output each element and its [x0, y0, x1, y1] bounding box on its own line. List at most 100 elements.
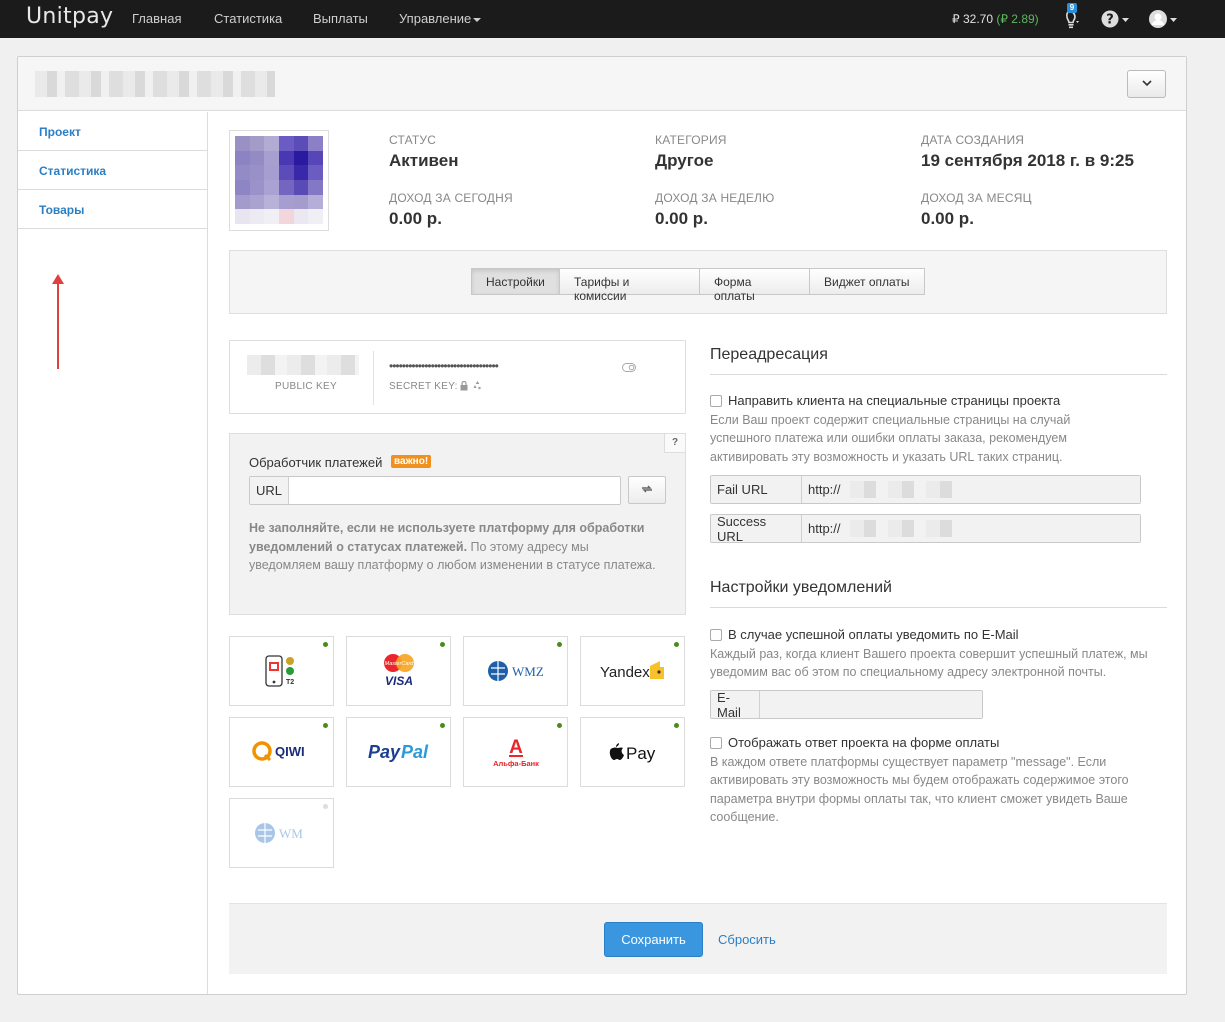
svg-text:VISA: VISA [384, 674, 412, 688]
status-dot [323, 642, 328, 647]
logo-pixel [235, 209, 250, 224]
project-title-redacted [35, 71, 275, 97]
logo-pixel [249, 136, 265, 151]
payment-method-yandex[interactable]: Yandex [580, 636, 685, 706]
stat-status-label: Статус [389, 133, 437, 147]
payment-method-paypal[interactable]: Pay Pal [346, 717, 451, 787]
logo[interactable]: Unitpay [26, 4, 113, 29]
qiwi-icon: QIWI [251, 741, 304, 762]
sidebar-item-project[interactable]: Проект [18, 112, 208, 151]
redirect-checkbox[interactable] [710, 394, 722, 407]
user-menu-button[interactable] [1149, 9, 1179, 32]
success-url-group: Success URL http:// [710, 514, 1141, 544]
nav-statistics[interactable]: Статистика [214, 11, 282, 26]
top-navbar: Unitpay Главная Статистика Выплаты Управ… [0, 0, 1225, 38]
status-dot [323, 723, 328, 728]
webmoney-wmz-icon: WMZ [487, 661, 543, 681]
logo-pixel [279, 180, 294, 195]
tab-tariffs[interactable]: Тарифы и комиссии [559, 268, 700, 303]
status-dot [323, 804, 328, 809]
regenerate-icon[interactable] [472, 380, 483, 391]
keys-box: PUBLIC KEY •••••••••••••••••••••••••••••… [229, 340, 686, 414]
logo-pixel [293, 194, 309, 210]
nav-home[interactable]: Главная [132, 11, 181, 26]
logo-pixel [264, 165, 279, 180]
stat-income-today-value: 0.00 р. [389, 209, 442, 228]
svg-text:Альфа-Банк: Альфа-Банк [493, 759, 539, 768]
payment-method-mobile[interactable]: T2 [229, 636, 334, 706]
redirect-checkbox-label: Направить клиента на специальные страниц… [728, 393, 1061, 408]
stat-category-value: Другое [655, 151, 714, 170]
refresh-icon [642, 485, 652, 493]
stat-income-month-value: 0.00 р. [921, 209, 974, 228]
nav-management[interactable]: Управление [399, 11, 482, 26]
alfabank-icon: А Альфа-Банк [493, 737, 539, 768]
fail-url-value: http:// [808, 482, 841, 497]
handler-note: Не заполняйте, если не используете платф… [249, 519, 659, 575]
help-button[interactable]: ? [1101, 9, 1131, 32]
tabs-container: Настройки Тарифы и комиссии Форма оплаты… [229, 250, 1167, 314]
response-help: В каждом ответе платформы существует пар… [710, 755, 1129, 824]
mastercard-visa-icon: MasterCard VISA [383, 654, 414, 688]
logo-pixel [235, 194, 250, 210]
email-notify-checkbox[interactable] [710, 628, 722, 641]
reset-link[interactable]: Сбросить [718, 932, 776, 947]
redirect-checkbox-row[interactable]: Направить клиента на специальные страниц… [710, 393, 1060, 408]
status-dot [674, 723, 679, 728]
logo-pixel [308, 194, 323, 210]
sidebar-item-products[interactable]: Товары [18, 190, 208, 229]
logo-pixel [308, 165, 323, 180]
payment-method-alfabank[interactable]: А Альфа-Банк [463, 717, 568, 787]
tab-payment-form[interactable]: Форма оплаты [699, 268, 810, 303]
fail-url-label: Fail URL [711, 476, 802, 503]
logo-pixel [264, 136, 279, 151]
status-dot [440, 642, 445, 647]
secret-key-value[interactable]: •••••••••••••••••••••••••••••••••• [389, 359, 499, 373]
handler-refresh-button[interactable] [628, 476, 666, 504]
logo-pixel [264, 194, 279, 210]
eye-toggle-icon[interactable] [622, 363, 636, 372]
logo-pixel [249, 165, 265, 180]
email-input[interactable] [760, 691, 982, 718]
svg-text:MasterCard: MasterCard [384, 661, 414, 667]
payment-method-qiwi[interactable]: QIWI [229, 717, 334, 787]
payment-method-applepay[interactable]: Pay [580, 717, 685, 787]
tab-payment-widget[interactable]: Виджет оплаты [809, 268, 925, 295]
logo-pixel [235, 150, 250, 166]
response-checkbox-row[interactable]: Отображать ответ проекта на форме оплаты [710, 735, 999, 750]
success-url-input[interactable]: http:// [802, 515, 1140, 542]
email-checkbox-row[interactable]: В случае успешной оплаты уведомить по E-… [710, 627, 1019, 642]
email-checkbox-label: В случае успешной оплаты уведомить по E-… [728, 627, 1019, 642]
logo-pixel [308, 150, 323, 166]
svg-text:Pay: Pay [368, 742, 401, 762]
sidebar: Проект Статистика Товары [18, 112, 208, 994]
balance: ₽ 32.70 (₽ 2.89) [952, 12, 1039, 26]
save-button[interactable]: Сохранить [604, 922, 703, 957]
svg-text:?: ? [1106, 13, 1114, 28]
lock-icon[interactable] [460, 381, 468, 391]
stat-category-label: Категория [655, 133, 727, 147]
project-panel: Проект Статистика Товары Статус Активен … [17, 56, 1187, 995]
payment-method-wmz[interactable]: WMZ [463, 636, 568, 706]
logo-pixel [308, 209, 323, 224]
tab-settings[interactable]: Настройки [471, 268, 560, 295]
svg-text:Yandex: Yandex [600, 664, 650, 681]
project-logo-pixels [235, 136, 323, 224]
collapse-button[interactable] [1127, 70, 1166, 98]
show-response-checkbox[interactable] [710, 736, 722, 749]
project-logo [229, 130, 329, 231]
logo-pixel [235, 180, 250, 195]
payment-method-cards[interactable]: MasterCard VISA [346, 636, 451, 706]
nav-payouts[interactable]: Выплаты [313, 11, 368, 26]
logo-pixel [279, 136, 294, 151]
payment-method-wm[interactable]: WM [229, 798, 334, 868]
handler-help-button[interactable]: ? [664, 434, 685, 453]
logo-pixel [293, 180, 309, 195]
fail-url-input[interactable]: http:// [802, 476, 1140, 503]
sidebar-item-statistics[interactable]: Статистика [18, 151, 208, 190]
success-url-label: Success URL [711, 514, 802, 544]
email-group: E-Mail [710, 690, 983, 720]
question-circle-icon: ? [1101, 10, 1129, 28]
secret-key-label: SECRET KEY: [389, 381, 458, 392]
logo-pixel [293, 150, 309, 166]
